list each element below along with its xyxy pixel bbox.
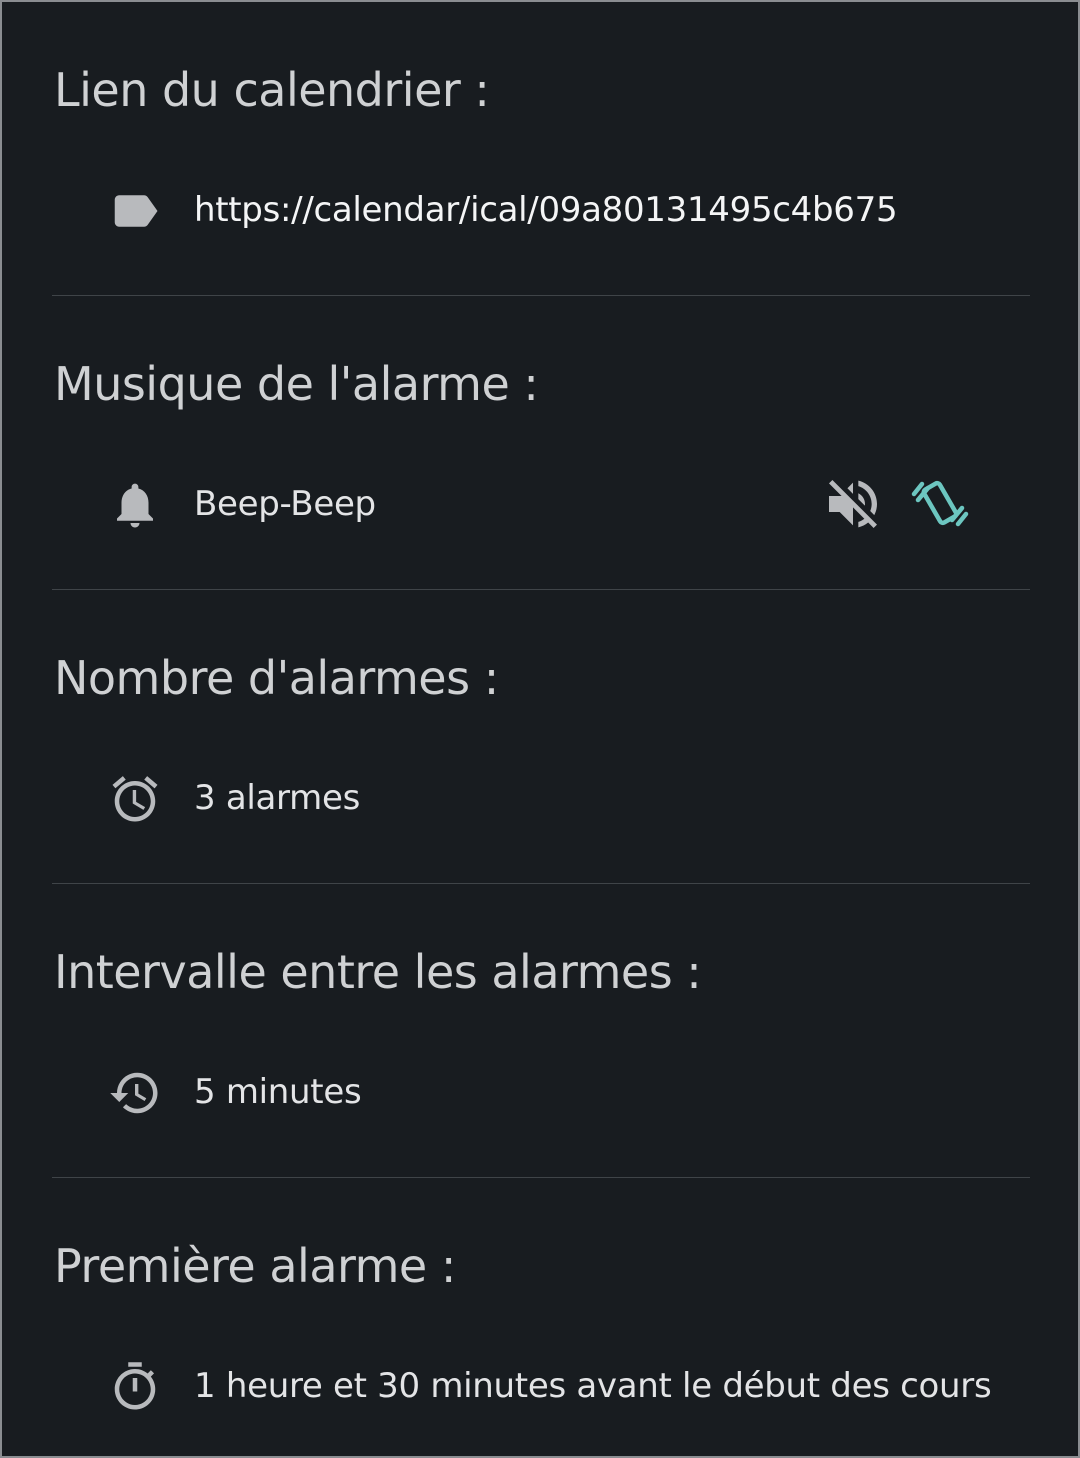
first-alarm-value[interactable]: 1 heure et 30 minutes avant le début des…: [194, 1350, 992, 1422]
alarm-interval-row[interactable]: 5 minutes: [2, 1056, 1078, 1128]
label-icon: [108, 184, 162, 238]
alarm-music-row[interactable]: Beep-Beep: [2, 468, 1078, 540]
bell-icon: [108, 478, 162, 532]
alarm-count-title: Nombre d'alarmes :: [54, 651, 499, 705]
alarm-count-value[interactable]: 3 alarmes: [194, 762, 360, 834]
first-alarm-title: Première alarme :: [54, 1239, 456, 1293]
calendar-link-title: Lien du calendrier :: [54, 63, 490, 117]
first-alarm-row[interactable]: 1 heure et 30 minutes avant le début des…: [2, 1350, 1078, 1422]
vibrate-toggle[interactable]: [908, 472, 972, 536]
history-icon: [108, 1066, 162, 1120]
calendar-link-row[interactable]: https://calendar/ical/09a80131495c4b675: [2, 174, 1078, 246]
timer-icon: [108, 1360, 162, 1414]
alarm-count-section: Nombre d'alarmes : 3 alarmes: [2, 590, 1078, 884]
alarm-music-value[interactable]: Beep-Beep: [194, 468, 376, 540]
alarm-music-title: Musique de l'alarme :: [54, 357, 539, 411]
first-alarm-section: Première alarme : 1 heure et 30 minutes …: [2, 1178, 1078, 1456]
alarm-interval-title: Intervalle entre les alarmes :: [54, 945, 702, 999]
mute-toggle[interactable]: [821, 472, 885, 536]
alarm-count-row[interactable]: 3 alarmes: [2, 762, 1078, 834]
calendar-link-section: Lien du calendrier : https://calendar/ic…: [2, 2, 1078, 296]
calendar-link-value[interactable]: https://calendar/ical/09a80131495c4b675: [194, 174, 898, 246]
vibrate-icon: [908, 472, 972, 536]
alarm-interval-section: Intervalle entre les alarmes : 5 minutes: [2, 884, 1078, 1178]
alarm-music-section: Musique de l'alarme : Beep-Beep: [2, 296, 1078, 590]
alarm-clock-icon: [108, 772, 162, 826]
settings-panel: Lien du calendrier : https://calendar/ic…: [0, 0, 1080, 1458]
alarm-interval-value[interactable]: 5 minutes: [194, 1056, 362, 1128]
volume-off-icon: [821, 472, 885, 536]
